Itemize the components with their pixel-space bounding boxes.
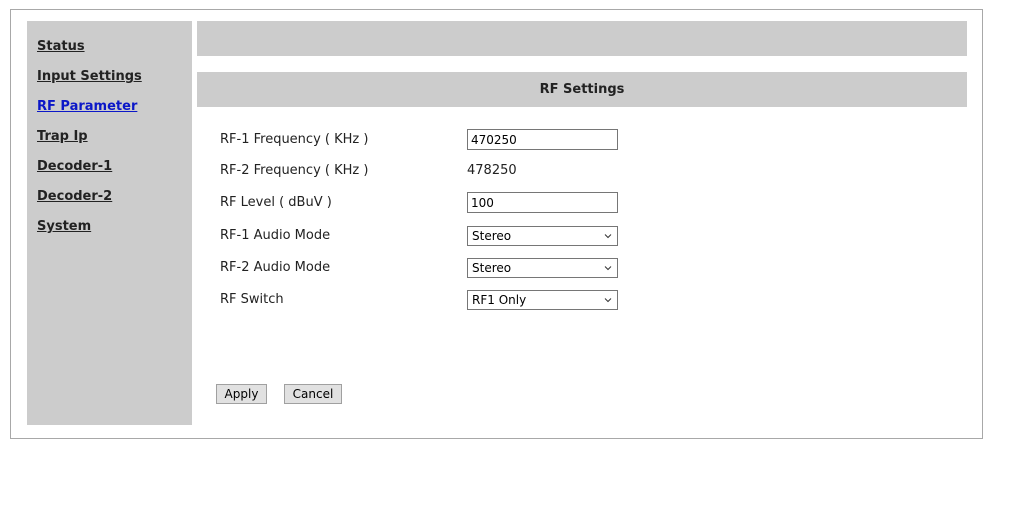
- section-header: RF Settings: [197, 72, 967, 107]
- sidebar: Status Input Settings RF Parameter Trap …: [27, 21, 192, 425]
- rf2-frequency-value: 478250: [467, 163, 517, 178]
- rf2-audio-mode-label: RF-2 Audio Mode: [220, 260, 331, 275]
- rf-switch-value: RF1 Only: [472, 293, 527, 307]
- chevron-down-icon: [604, 234, 612, 239]
- rf2-frequency-label: RF-2 Frequency ( KHz ): [220, 163, 369, 178]
- chevron-down-icon: [604, 266, 612, 271]
- sidebar-item-status[interactable]: Status: [37, 39, 85, 54]
- cancel-button[interactable]: Cancel: [284, 384, 342, 404]
- sidebar-item-trap-ip[interactable]: Trap Ip: [37, 129, 88, 144]
- apply-button[interactable]: Apply: [216, 384, 267, 404]
- sidebar-item-rf-parameter[interactable]: RF Parameter: [37, 99, 137, 114]
- rf-level-label: RF Level ( dBuV ): [220, 195, 332, 210]
- top-banner: [197, 21, 967, 56]
- rf1-frequency-label: RF-1 Frequency ( KHz ): [220, 132, 369, 147]
- rf-switch-label: RF Switch: [220, 292, 284, 307]
- rf1-frequency-input[interactable]: [467, 129, 618, 150]
- chevron-down-icon: [604, 298, 612, 303]
- section-title: RF Settings: [539, 82, 625, 97]
- rf1-audio-mode-value: Stereo: [472, 229, 512, 243]
- rf1-audio-mode-select[interactable]: Stereo: [467, 226, 618, 246]
- rf1-audio-mode-label: RF-1 Audio Mode: [220, 228, 331, 243]
- rf2-audio-mode-select[interactable]: Stereo: [467, 258, 618, 278]
- sidebar-item-input-settings[interactable]: Input Settings: [37, 69, 142, 84]
- main-frame: Status Input Settings RF Parameter Trap …: [10, 9, 983, 439]
- sidebar-item-decoder-1[interactable]: Decoder-1: [37, 159, 112, 174]
- rf-level-input[interactable]: [467, 192, 618, 213]
- sidebar-item-system[interactable]: System: [37, 219, 91, 234]
- rf-switch-select[interactable]: RF1 Only: [467, 290, 618, 310]
- sidebar-item-decoder-2[interactable]: Decoder-2: [37, 189, 112, 204]
- rf2-audio-mode-value: Stereo: [472, 261, 512, 275]
